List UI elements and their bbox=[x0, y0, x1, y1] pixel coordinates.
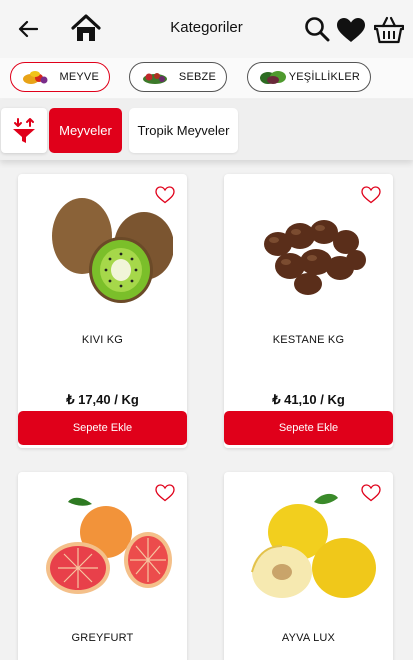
product-card[interactable]: KIVI KG ₺ 17,40 / Kg Sepete Ekle bbox=[18, 174, 187, 448]
product-image-kiwi bbox=[52, 198, 173, 303]
category-chip-bar: MEYVE SEBZE YEŞİLLİKLER bbox=[0, 58, 413, 98]
sort-filter-button[interactable] bbox=[1, 108, 47, 153]
subcategory-tab-meyveler[interactable]: Meyveler bbox=[49, 108, 122, 153]
basket-icon[interactable] bbox=[373, 15, 405, 45]
category-chip-meyve[interactable]: MEYVE bbox=[10, 62, 110, 92]
home-icon[interactable] bbox=[70, 12, 102, 44]
product-card[interactable]: KESTANE KG ₺ 41,10 / Kg Sepete Ekle bbox=[224, 174, 393, 448]
product-name: GREYFURT bbox=[71, 632, 134, 644]
search-icon[interactable] bbox=[303, 15, 331, 43]
product-name: KIVI KG bbox=[81, 334, 124, 346]
category-chip-label: YEŞİLLİKLER bbox=[288, 71, 360, 83]
greens-thumbnail-icon bbox=[260, 71, 286, 84]
top-bar: Kategoriler bbox=[0, 0, 413, 58]
add-to-cart-button[interactable]: Sepete Ekle bbox=[18, 411, 187, 445]
product-image-chestnut bbox=[264, 220, 366, 295]
product-name: AYVA LUX bbox=[281, 632, 336, 644]
category-chip-label: SEBZE bbox=[178, 71, 216, 83]
product-price: ₺ 41,10 / Kg bbox=[272, 392, 345, 407]
category-chip-yesillikler[interactable]: YEŞİLLİKLER bbox=[247, 62, 371, 92]
subcategory-tab-tropik-meyveler[interactable]: Tropik Meyveler bbox=[129, 108, 238, 153]
fruit-thumbnail-icon bbox=[23, 71, 48, 84]
add-to-cart-button[interactable]: Sepete Ekle bbox=[224, 411, 393, 445]
category-chip-label: MEYVE bbox=[59, 71, 99, 83]
vegetable-thumbnail-icon bbox=[143, 73, 167, 84]
product-image-quince bbox=[251, 493, 376, 598]
product-image-grapefruit bbox=[46, 497, 172, 594]
product-price: ₺ 17,40 / Kg bbox=[66, 392, 139, 407]
subcategory-bar: Meyveler Tropik Meyveler bbox=[0, 100, 413, 160]
back-arrow-icon[interactable] bbox=[14, 15, 42, 43]
product-card[interactable]: GREYFURT bbox=[18, 472, 187, 660]
category-chip-sebze[interactable]: SEBZE bbox=[129, 62, 227, 92]
product-card[interactable]: AYVA LUX bbox=[224, 472, 393, 660]
heart-icon[interactable] bbox=[336, 16, 366, 44]
sort-icon bbox=[13, 117, 35, 143]
product-name: KESTANE KG bbox=[272, 334, 345, 346]
